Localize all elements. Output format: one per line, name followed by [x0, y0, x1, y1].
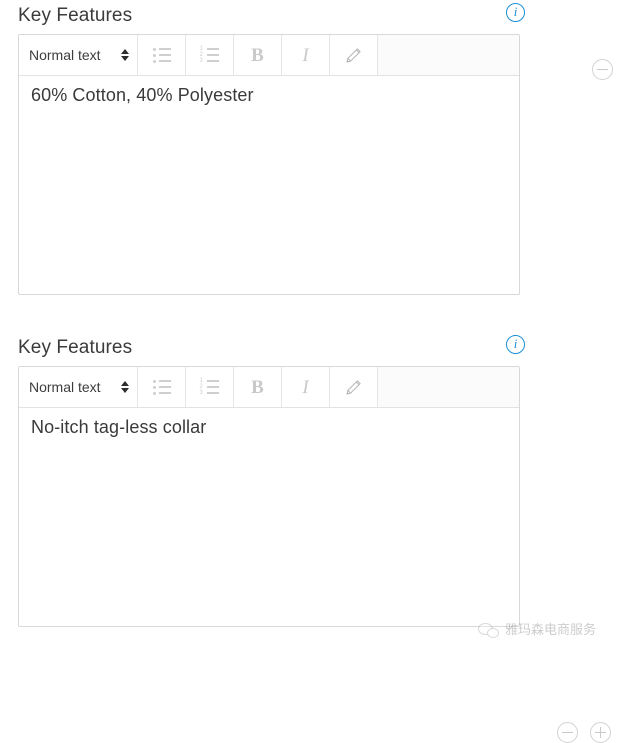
field-label-row: Key Features i	[18, 332, 525, 366]
product-attributes-page: Key Features i Normal text 1 2 3 B I 60%…	[0, 0, 640, 743]
info-circle-icon[interactable]: i	[506, 335, 525, 354]
row-controls-1	[592, 59, 613, 80]
rich-text-editor[interactable]: Normal text 1 2 3	[18, 366, 520, 627]
editor-content-area[interactable]: 60% Cotton, 40% Polyester	[19, 76, 519, 294]
bullet-list-button[interactable]	[138, 367, 186, 407]
text-style-select-value: Normal text	[29, 47, 101, 63]
row-controls-2	[557, 722, 611, 743]
rich-text-editor[interactable]: Normal text 1 2 3	[18, 34, 520, 295]
add-row-button[interactable]	[590, 722, 611, 743]
bold-icon: B	[251, 376, 264, 398]
editor-content-area[interactable]: No-itch tag-less collar	[19, 408, 519, 626]
bullet-list-button[interactable]	[138, 35, 186, 75]
numbered-list-button[interactable]: 1 2 3	[186, 35, 234, 75]
text-style-select-value: Normal text	[29, 379, 101, 395]
chevron-updown-icon	[121, 381, 129, 393]
page-title: Key Features	[18, 5, 133, 26]
bold-icon: B	[251, 44, 264, 66]
page-title: Key Features	[18, 337, 133, 358]
numbered-list-icon: 1 2 3	[200, 46, 219, 64]
edit-source-button[interactable]	[330, 367, 378, 407]
editor-toolbar: Normal text 1 2 3 B I	[19, 35, 519, 76]
italic-button[interactable]: I	[282, 35, 330, 75]
numbered-list-icon: 1 2 3	[200, 378, 219, 396]
edit-source-button[interactable]	[330, 35, 378, 75]
bullet-list-icon	[152, 379, 171, 395]
numbered-list-button[interactable]: 1 2 3	[186, 367, 234, 407]
italic-button[interactable]: I	[282, 367, 330, 407]
bullet-list-icon	[152, 47, 171, 63]
toolbar-empty-area	[378, 35, 519, 75]
key-features-section-1: Key Features i Normal text 1 2 3 B I 60%…	[0, 0, 640, 295]
info-circle-icon[interactable]: i	[506, 3, 525, 22]
pencil-icon	[345, 47, 362, 64]
editor-text: No-itch tag-less collar	[31, 417, 207, 437]
bold-button[interactable]: B	[234, 367, 282, 407]
pencil-icon	[345, 379, 362, 396]
toolbar-empty-area	[378, 367, 519, 407]
key-features-section-2: Key Features i Normal text 1 2 3 B I No-…	[0, 332, 640, 743]
editor-text: 60% Cotton, 40% Polyester	[31, 85, 254, 105]
italic-icon: I	[302, 44, 309, 66]
italic-icon: I	[302, 376, 309, 398]
bold-button[interactable]: B	[234, 35, 282, 75]
remove-row-button[interactable]	[592, 59, 613, 80]
editor-toolbar: Normal text 1 2 3 B I	[19, 367, 519, 408]
remove-row-button[interactable]	[557, 722, 578, 743]
text-style-select[interactable]: Normal text	[19, 367, 138, 407]
chevron-updown-icon	[121, 49, 129, 61]
text-style-select[interactable]: Normal text	[19, 35, 138, 75]
field-label-row: Key Features i	[18, 0, 525, 34]
